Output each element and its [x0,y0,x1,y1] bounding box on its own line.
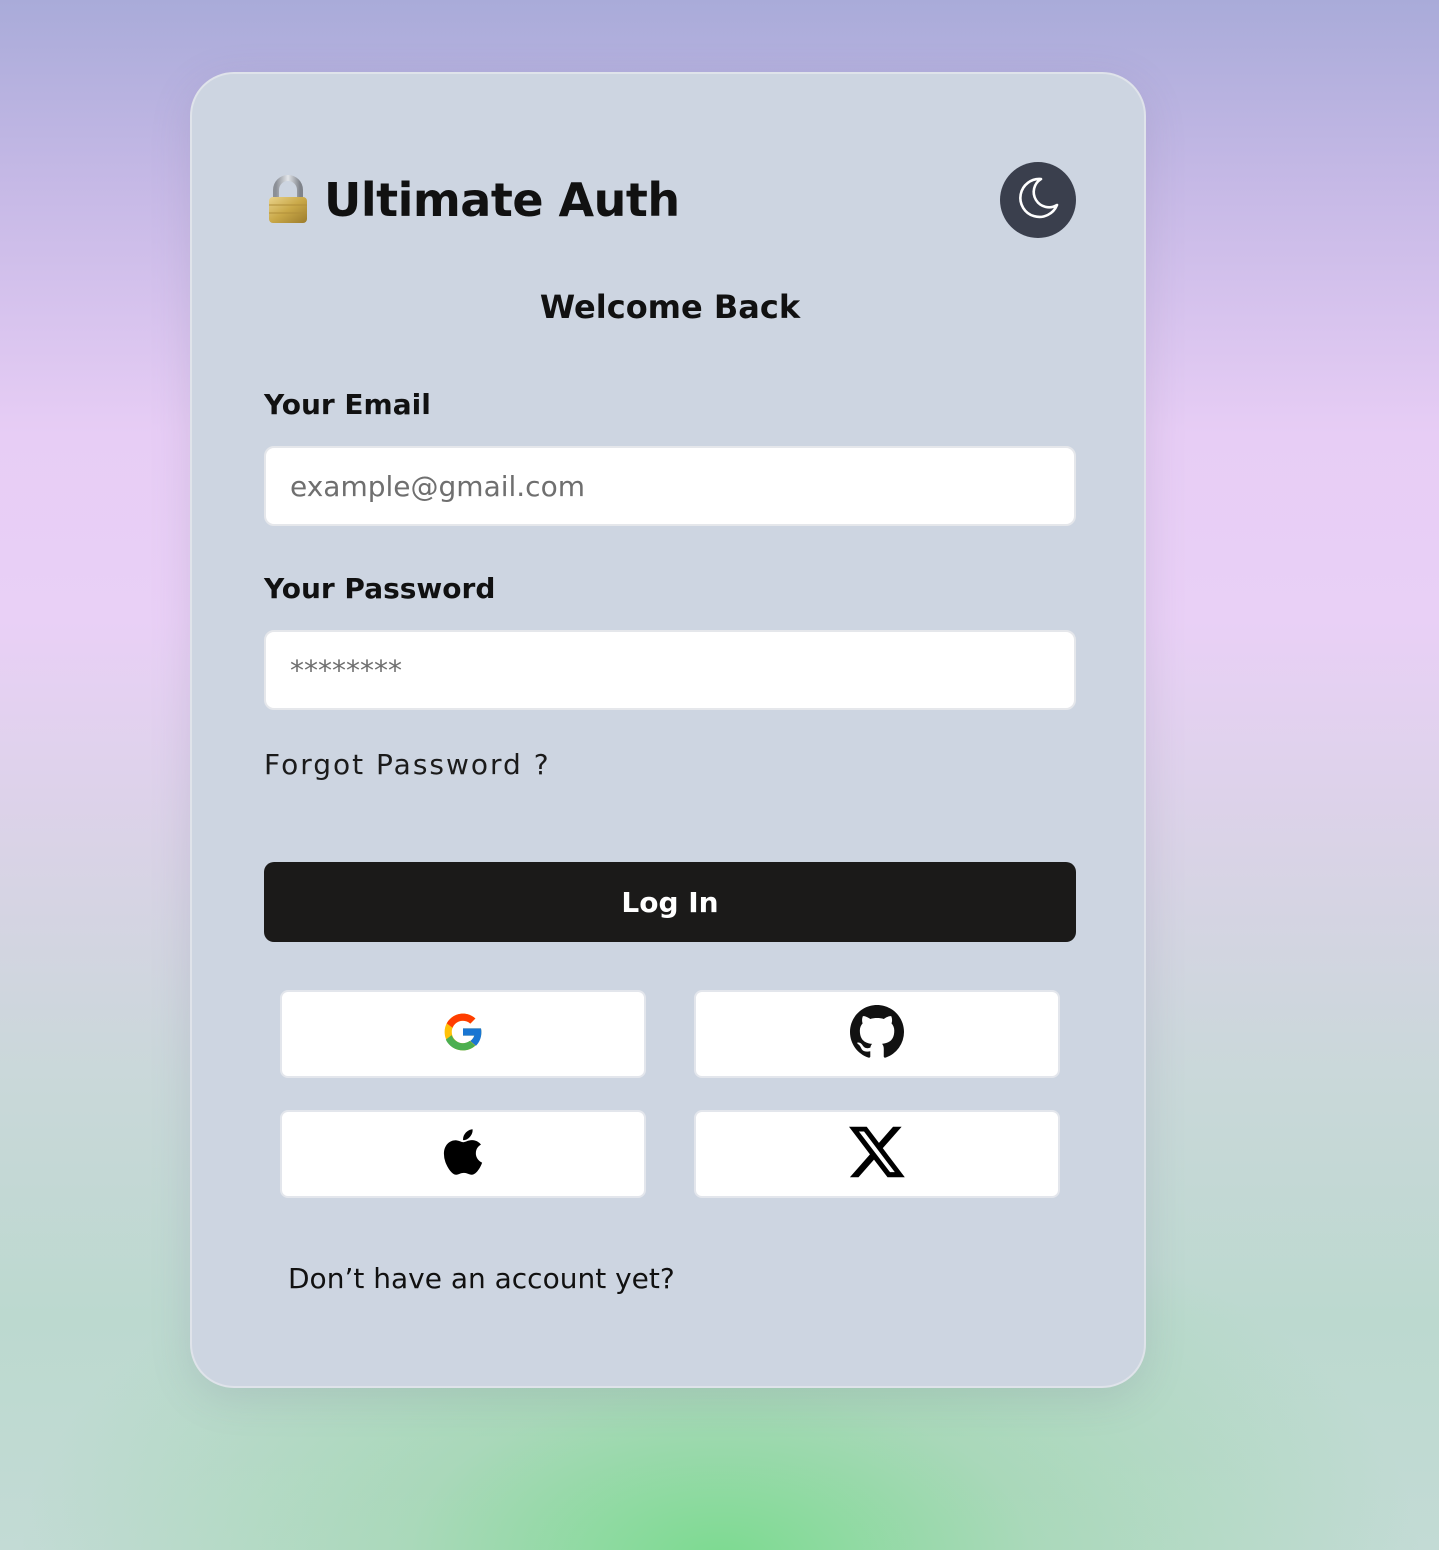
password-label: Your Password [264,572,496,605]
login-card: Ultimate Auth Welcome Back Your Email Yo… [190,72,1146,1388]
signup-link[interactable]: Don’t have an account yet? [288,1262,675,1295]
login-button[interactable]: Log In [264,862,1076,942]
brand: Ultimate Auth [266,170,680,230]
x-login-button[interactable] [694,1110,1060,1198]
password-field[interactable] [264,630,1076,710]
forgot-password-link[interactable]: Forgot Password ? [264,748,551,781]
github-icon [850,1005,904,1063]
apple-icon [441,1126,485,1182]
x-icon [849,1126,905,1182]
github-login-button[interactable] [694,990,1060,1078]
lock-icon [266,175,310,225]
moon-icon [1015,175,1061,225]
google-login-button[interactable] [280,990,646,1078]
email-field[interactable] [264,446,1076,526]
app-title: Ultimate Auth [324,173,680,227]
apple-login-button[interactable] [280,1110,646,1198]
welcome-heading: Welcome Back [539,288,801,326]
google-icon [439,1008,487,1060]
email-label: Your Email [264,388,431,421]
theme-toggle-button[interactable] [1000,162,1076,238]
